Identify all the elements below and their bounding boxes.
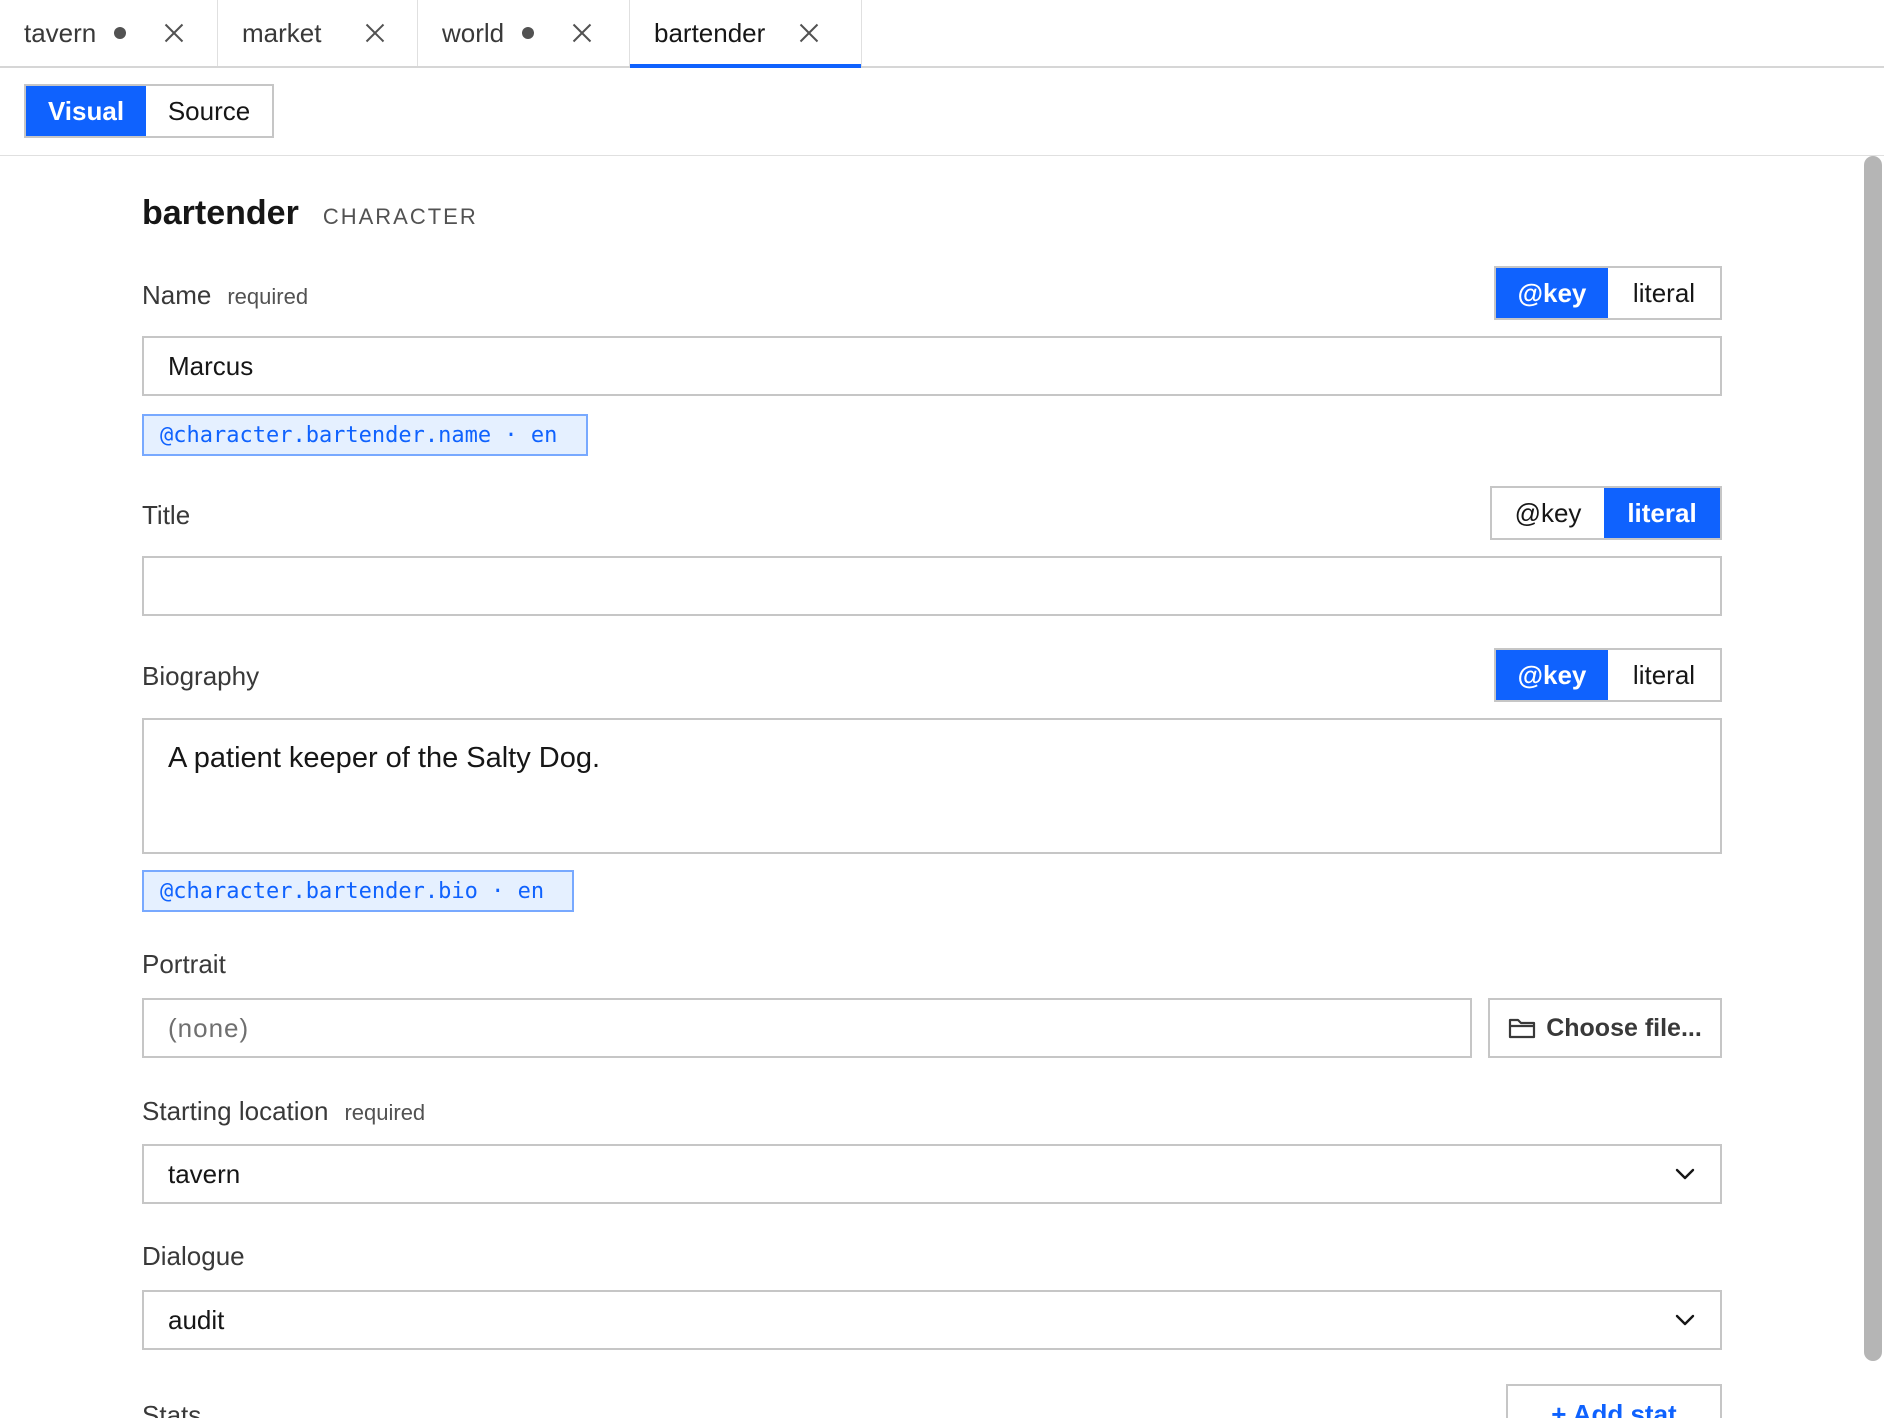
modified-dot-icon [114, 27, 127, 39]
close-icon[interactable] [162, 21, 186, 45]
close-icon[interactable] [363, 21, 387, 45]
starting-location-label: Starting location required [142, 1096, 425, 1127]
entity-type-badge: CHARACTER [322, 204, 478, 229]
folder-icon [1509, 1018, 1536, 1039]
scrollbar-thumb[interactable] [1864, 156, 1882, 1361]
chevron-down-icon [1675, 1314, 1695, 1326]
biography-label-text: Biography [142, 661, 260, 691]
required-indicator: required [227, 284, 309, 309]
form-heading: bartender CHARACTER [142, 194, 478, 233]
close-icon[interactable] [570, 21, 594, 45]
tab-label: market [242, 17, 322, 48]
chevron-down-icon [1675, 1168, 1695, 1180]
tab-label: world [442, 17, 505, 48]
dialogue-value: audit [168, 1304, 225, 1335]
title-literal-option[interactable]: literal [1604, 488, 1720, 538]
starting-location-value: tavern [168, 1158, 241, 1189]
add-stat-button[interactable]: + Add stat [1506, 1384, 1722, 1418]
name-label-text: Name [142, 280, 212, 310]
mode-visual-button[interactable]: Visual [26, 86, 146, 136]
starting-location-label-text: Starting location [142, 1096, 329, 1126]
title-mode-toggle: @key literal [1490, 486, 1722, 540]
tab-world[interactable]: world [418, 0, 630, 66]
tab-bartender[interactable]: bartender [630, 0, 862, 68]
starting-location-select[interactable]: tavern [142, 1144, 1722, 1204]
title-label-text: Title [142, 500, 191, 530]
mode-source-button[interactable]: Source [146, 86, 272, 136]
stats-label-text: Stats [142, 1400, 202, 1418]
portrait-path-input[interactable]: (none) [142, 998, 1472, 1058]
biography-mode-toggle: @key literal [1494, 648, 1722, 702]
required-indicator: required [344, 1100, 426, 1125]
title-label: Title [142, 500, 190, 531]
portrait-label-text: Portrait [142, 949, 226, 979]
dialogue-label: Dialogue [142, 1241, 245, 1272]
biography-value: A patient keeper of the Salty Dog. [168, 742, 601, 774]
choose-file-button[interactable]: Choose file... [1488, 998, 1722, 1058]
title-key-option[interactable]: @key [1492, 488, 1604, 538]
biography-textarea[interactable]: A patient keeper of the Salty Dog. [142, 718, 1722, 854]
mode-switch: Visual Source [24, 84, 274, 138]
name-input[interactable]: Marcus [142, 336, 1722, 396]
stats-label: Stats [142, 1400, 201, 1418]
close-icon[interactable] [797, 21, 821, 45]
mode-toolbar: Visual Source [0, 68, 1884, 156]
modified-dot-icon [522, 27, 535, 39]
portrait-label: Portrait [142, 949, 226, 980]
biography-key-option[interactable]: @key [1496, 650, 1608, 700]
tab-market[interactable]: market [218, 0, 418, 66]
name-literal-option[interactable]: literal [1608, 268, 1720, 318]
dialogue-label-text: Dialogue [142, 1241, 245, 1271]
tab-label: tavern [24, 17, 97, 48]
tab-label: bartender [654, 17, 766, 48]
biography-label: Biography [142, 661, 259, 692]
editor-tab-bar: tavern market world bartender [0, 0, 1884, 68]
name-key-option[interactable]: @key [1496, 268, 1608, 318]
title-input[interactable] [142, 556, 1722, 616]
name-value: Marcus [168, 350, 254, 381]
biography-literal-option[interactable]: literal [1608, 650, 1720, 700]
portrait-placeholder: (none) [168, 1012, 250, 1043]
name-label: Name required [142, 280, 308, 311]
name-mode-toggle: @key literal [1494, 266, 1722, 320]
choose-file-label: Choose file... [1546, 1013, 1702, 1042]
biography-key-reference[interactable]: @character.bartender.bio · en [142, 870, 574, 912]
entity-name: bartender [142, 194, 299, 232]
tab-tavern[interactable]: tavern [0, 0, 218, 66]
name-key-reference[interactable]: @character.bartender.name · en [142, 414, 588, 456]
dialogue-select[interactable]: audit [142, 1290, 1722, 1350]
